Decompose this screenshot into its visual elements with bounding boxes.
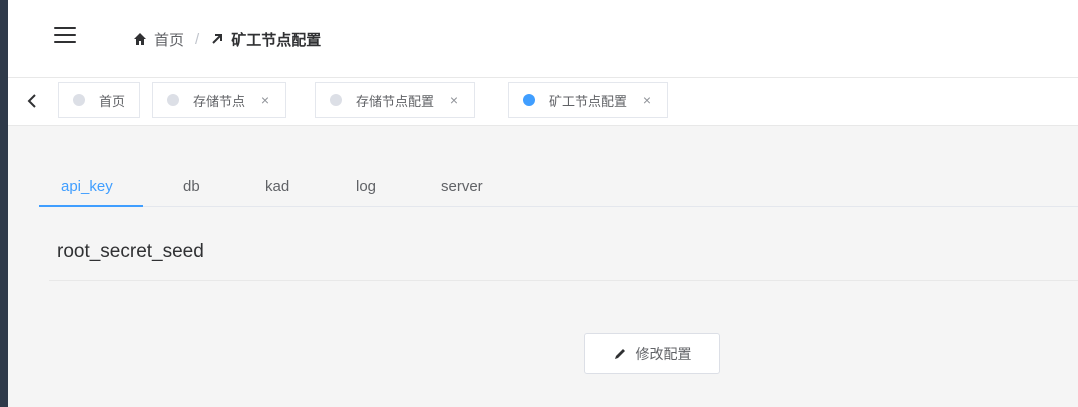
breadcrumb-home-link[interactable]: 首页 xyxy=(154,29,184,50)
tag-status-dot xyxy=(167,94,179,106)
home-icon xyxy=(133,32,147,46)
tags-bar: 首页 存储节点 × 存储节点配置 × 矿工节点配置 × xyxy=(8,78,1078,126)
tag-label: 矿工节点配置 xyxy=(549,93,628,109)
tag-storage-node-config[interactable]: 存储节点配置 × xyxy=(315,82,476,118)
tag-label: 存储节点配置 xyxy=(356,93,435,109)
close-icon[interactable]: × xyxy=(259,92,271,108)
divider xyxy=(49,280,1078,281)
tab-db[interactable]: db xyxy=(161,175,222,207)
tag-miner-node-config[interactable]: 矿工节点配置 × xyxy=(508,82,669,118)
tag-storage-node[interactable]: 存储节点 × xyxy=(152,82,287,118)
sidebar-edge xyxy=(0,0,8,407)
close-icon[interactable]: × xyxy=(448,92,460,108)
edit-config-label: 修改配置 xyxy=(635,345,692,362)
arrow-up-right-icon xyxy=(210,32,224,46)
active-tab-indicator xyxy=(39,205,143,207)
breadcrumb: 首页 / 矿工节点配置 xyxy=(133,28,321,50)
config-key-title: root_secret_seed xyxy=(57,241,204,262)
tab-log[interactable]: log xyxy=(334,175,398,207)
menu-toggle-icon[interactable] xyxy=(54,27,76,43)
pencil-icon xyxy=(613,347,627,361)
top-header: 首页 / 矿工节点配置 xyxy=(8,0,1078,78)
breadcrumb-separator: / xyxy=(195,30,200,48)
tab-kad[interactable]: kad xyxy=(243,175,311,207)
tag-status-dot xyxy=(523,94,535,106)
tag-label: 存储节点 xyxy=(193,93,246,109)
config-tabs: api_key db kad log server xyxy=(39,171,1078,207)
tag-status-dot xyxy=(73,94,85,106)
tab-api-key[interactable]: api_key xyxy=(39,175,135,207)
tag-status-dot xyxy=(330,94,342,106)
chevron-left-icon[interactable] xyxy=(26,93,40,109)
main-content: api_key db kad log server root_secret_se… xyxy=(8,127,1078,407)
edit-config-button[interactable]: 修改配置 xyxy=(584,333,720,374)
close-icon[interactable]: × xyxy=(641,92,653,108)
tag-home[interactable]: 首页 xyxy=(58,82,141,118)
breadcrumb-current: 矿工节点配置 xyxy=(231,31,322,49)
tab-server[interactable]: server xyxy=(419,175,505,207)
tag-label: 首页 xyxy=(99,93,126,109)
